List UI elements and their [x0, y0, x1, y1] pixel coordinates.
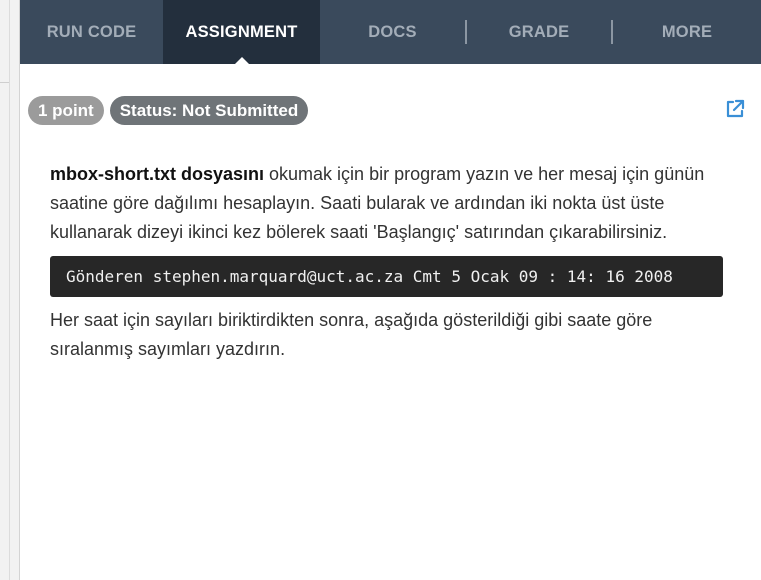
external-link-icon[interactable] — [724, 98, 746, 120]
tab-bar: RUN CODE ASSIGNMENT DOCS GRADE MORE — [20, 0, 761, 65]
tab-grade[interactable]: GRADE — [467, 0, 611, 64]
assignment-instructions: Her saat için sayıları biriktirdikten so… — [50, 310, 653, 359]
points-badge: 1 point — [28, 96, 104, 125]
intro-bold-filename: mbox-short.txt dosyasını — [50, 164, 265, 184]
gutter-ruler — [0, 64, 9, 83]
code-sample: Gönderen stephen.marquard@uct.ac.za Cmt … — [50, 256, 723, 297]
tab-docs[interactable]: DOCS — [320, 0, 465, 64]
assignment-content: mbox-short.txt dosyasını okumak için bir… — [50, 160, 726, 364]
assignment-intro: mbox-short.txt dosyasını okumak için bir… — [50, 160, 726, 247]
tab-assignment[interactable]: ASSIGNMENT — [163, 0, 320, 65]
tab-run-code[interactable]: RUN CODE — [20, 0, 163, 64]
status-badge: Status: Not Submitted — [109, 96, 309, 125]
gutter-divider — [9, 0, 10, 580]
tab-more[interactable]: MORE — [613, 0, 761, 64]
assignment-badges: 1 point Status: Not Submitted — [28, 96, 309, 125]
editor-gutter — [0, 0, 20, 580]
